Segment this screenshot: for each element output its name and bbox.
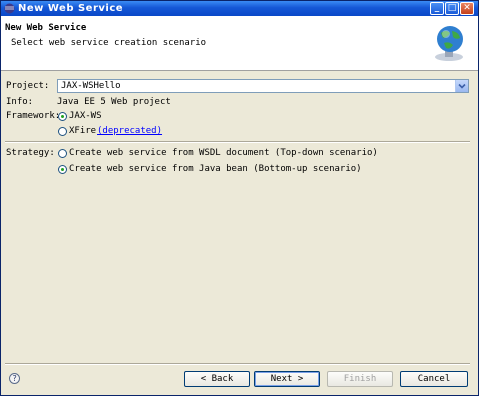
wizard-banner: New Web Service Select web service creat… — [1, 16, 478, 71]
info-value: Java EE 5 Web project — [57, 97, 171, 107]
radio-bottom-up[interactable] — [58, 165, 67, 174]
cancel-button[interactable]: Cancel — [400, 371, 468, 387]
project-label: Project: — [6, 81, 50, 91]
window-title: New Web Service — [18, 3, 124, 14]
new-web-service-dialog: New Web Service _ □ ✕ New Web Service Se… — [0, 0, 479, 396]
radio-xfire-label[interactable]: XFire — [69, 126, 96, 136]
deprecated-link[interactable]: (deprecated) — [97, 126, 162, 136]
radio-bottom-up-label[interactable]: Create web service from Java bean (Botto… — [69, 164, 362, 174]
next-button[interactable]: Next > — [254, 371, 320, 387]
maximize-button[interactable]: □ — [445, 2, 459, 15]
globe-icon — [435, 26, 463, 61]
banner-title: New Web Service — [5, 23, 87, 33]
radio-jax-ws[interactable] — [58, 112, 67, 121]
chevron-down-icon[interactable] — [455, 80, 468, 92]
back-button[interactable]: < Back — [184, 371, 250, 387]
radio-top-down-label[interactable]: Create web service from WSDL document (T… — [69, 148, 378, 158]
framework-label: Framework: — [6, 111, 61, 121]
info-label: Info: — [6, 97, 34, 107]
finish-button[interactable]: Finish — [327, 371, 393, 387]
project-value: JAX-WSHello — [61, 81, 121, 91]
project-combo[interactable]: JAX-WSHello — [57, 79, 469, 93]
radio-jax-ws-label[interactable]: JAX-WS — [69, 111, 102, 121]
separator — [5, 141, 470, 143]
bottom-separator — [5, 363, 470, 365]
minimize-button[interactable]: _ — [430, 2, 444, 15]
title-bar[interactable]: New Web Service _ □ ✕ — [1, 1, 478, 16]
strategy-label: Strategy: — [6, 148, 55, 158]
eclipse-icon — [4, 3, 15, 14]
close-button[interactable]: ✕ — [460, 2, 474, 15]
banner-description: Select web service creation scenario — [11, 38, 207, 48]
radio-xfire[interactable] — [58, 127, 67, 136]
help-icon[interactable]: ? — [9, 373, 20, 384]
radio-top-down[interactable] — [58, 149, 67, 158]
